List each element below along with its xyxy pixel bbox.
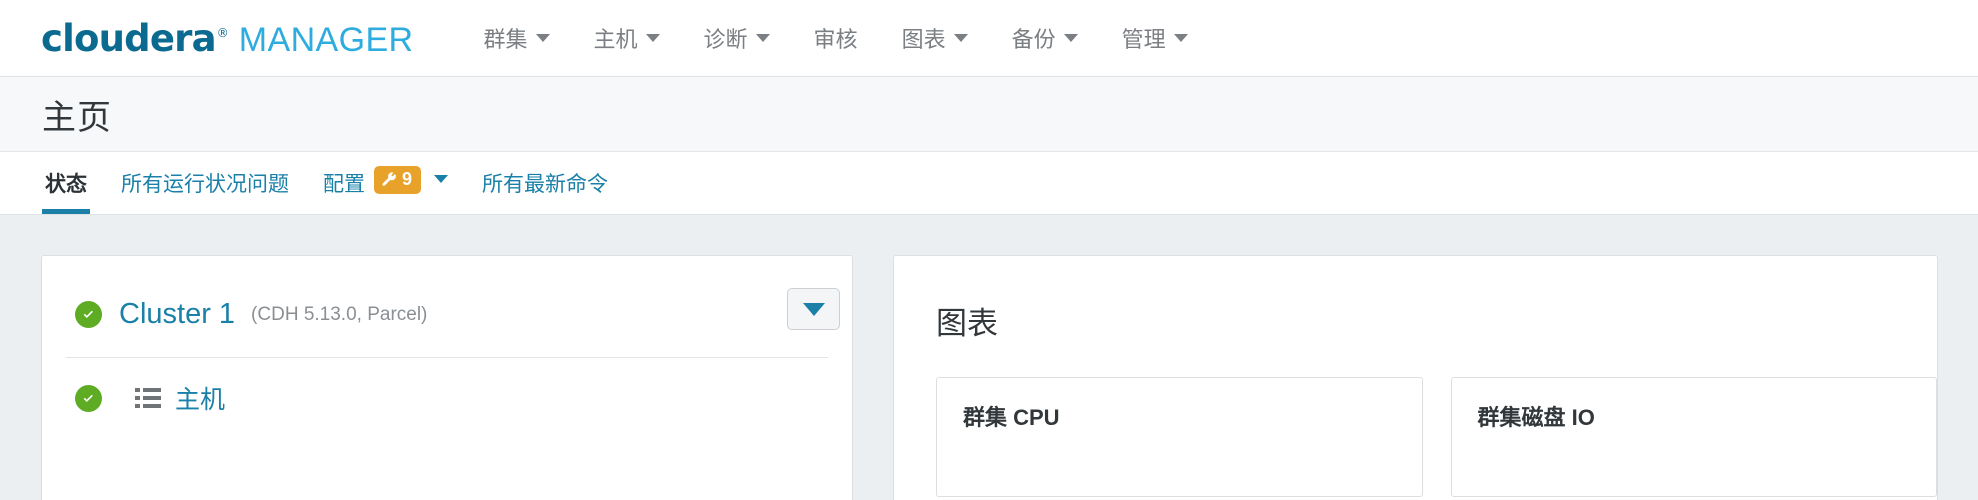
main-content-area: Cluster 1 (CDH 5.13.0, Parcel) 主机 图表 群集 … (0, 215, 1978, 500)
hosts-row: 主机 (42, 358, 852, 416)
list-icon (135, 387, 161, 409)
chart-card-list: 群集 CPU 群集磁盘 IO (894, 343, 1937, 497)
top-navigation-bar: cloudera ® MANAGER 群集 主机 诊断 审核 图表 备份 管理 (0, 0, 1978, 77)
cluster-header-row: Cluster 1 (CDH 5.13.0, Parcel) (42, 256, 852, 331)
nav-item-audits[interactable]: 审核 (792, 0, 880, 76)
tab-label: 所有运行状况问题 (121, 173, 289, 196)
nav-item-hosts[interactable]: 主机 (572, 0, 682, 76)
charts-panel: 图表 群集 CPU 群集磁盘 IO (893, 255, 1938, 500)
tab-configuration[interactable]: 配置 9 (320, 152, 451, 214)
configuration-badge[interactable]: 9 (374, 166, 422, 194)
nav-item-backup[interactable]: 备份 (990, 0, 1100, 76)
chart-card-title: 群集 CPU (963, 405, 1060, 430)
hosts-link[interactable]: 主机 (175, 380, 225, 416)
cluster-version-label: (CDH 5.13.0, Parcel) (251, 303, 428, 325)
cluster-name-link[interactable]: Cluster 1 (119, 298, 235, 331)
chart-card-title: 群集磁盘 IO (1477, 405, 1595, 430)
check-circle-icon (75, 384, 102, 412)
chevron-down-icon (1173, 34, 1188, 42)
page-title: 主页 (42, 98, 112, 137)
cluster-actions-dropdown-button[interactable] (787, 288, 840, 330)
check-circle-icon (75, 301, 102, 328)
tab-status[interactable]: 状态 (42, 152, 90, 214)
registered-trademark-icon: ® (216, 25, 229, 40)
nav-item-label: 审核 (813, 27, 858, 52)
chevron-down-icon (1063, 34, 1078, 42)
wrench-icon (381, 171, 398, 188)
nav-item-clusters[interactable]: 群集 (462, 0, 572, 76)
charts-panel-title: 图表 (936, 306, 998, 341)
chevron-down-icon (535, 34, 550, 42)
tab-bar: 状态 所有运行状况问题 配置 9 所有最新命令 (0, 152, 1978, 215)
nav-item-label: 诊断 (703, 27, 748, 52)
chevron-down-icon (802, 302, 825, 316)
chart-card-cluster-cpu[interactable]: 群集 CPU (936, 377, 1423, 497)
nav-item-label: 群集 (483, 27, 528, 52)
configuration-badge-count: 9 (402, 169, 413, 189)
chart-card-cluster-disk-io[interactable]: 群集磁盘 IO (1450, 377, 1937, 497)
chevron-down-icon (755, 34, 770, 42)
nav-item-label: 管理 (1121, 27, 1166, 52)
nav-item-charts[interactable]: 图表 (880, 0, 990, 76)
cloudera-manager-logo[interactable]: cloudera ® MANAGER (41, 17, 414, 60)
nav-item-diagnostics[interactable]: 诊断 (682, 0, 792, 76)
tab-all-recent-commands[interactable]: 所有最新命令 (479, 152, 611, 214)
chevron-down-icon (645, 34, 660, 42)
app-window: cloudera ® MANAGER 群集 主机 诊断 审核 图表 备份 管理 … (0, 0, 1978, 500)
tab-label: 所有最新命令 (482, 173, 609, 196)
main-nav-items: 群集 主机 诊断 审核 图表 备份 管理 (462, 0, 1210, 76)
nav-item-label: 图表 (901, 27, 946, 52)
tab-label: 配置 (323, 173, 365, 196)
nav-item-label: 主机 (593, 27, 638, 52)
brand-cloudera-text: cloudera (41, 16, 217, 60)
page-header: 主页 (0, 77, 1978, 152)
chevron-down-icon (953, 34, 968, 42)
brand-manager-text: MANAGER (238, 20, 414, 59)
tab-all-health-issues[interactable]: 所有运行状况问题 (118, 152, 292, 214)
chevron-down-icon[interactable] (434, 175, 449, 183)
tab-label: 状态 (45, 173, 87, 196)
cluster-status-panel: Cluster 1 (CDH 5.13.0, Parcel) 主机 (41, 255, 853, 500)
nav-item-label: 备份 (1011, 27, 1056, 52)
nav-item-administration[interactable]: 管理 (1100, 0, 1210, 76)
